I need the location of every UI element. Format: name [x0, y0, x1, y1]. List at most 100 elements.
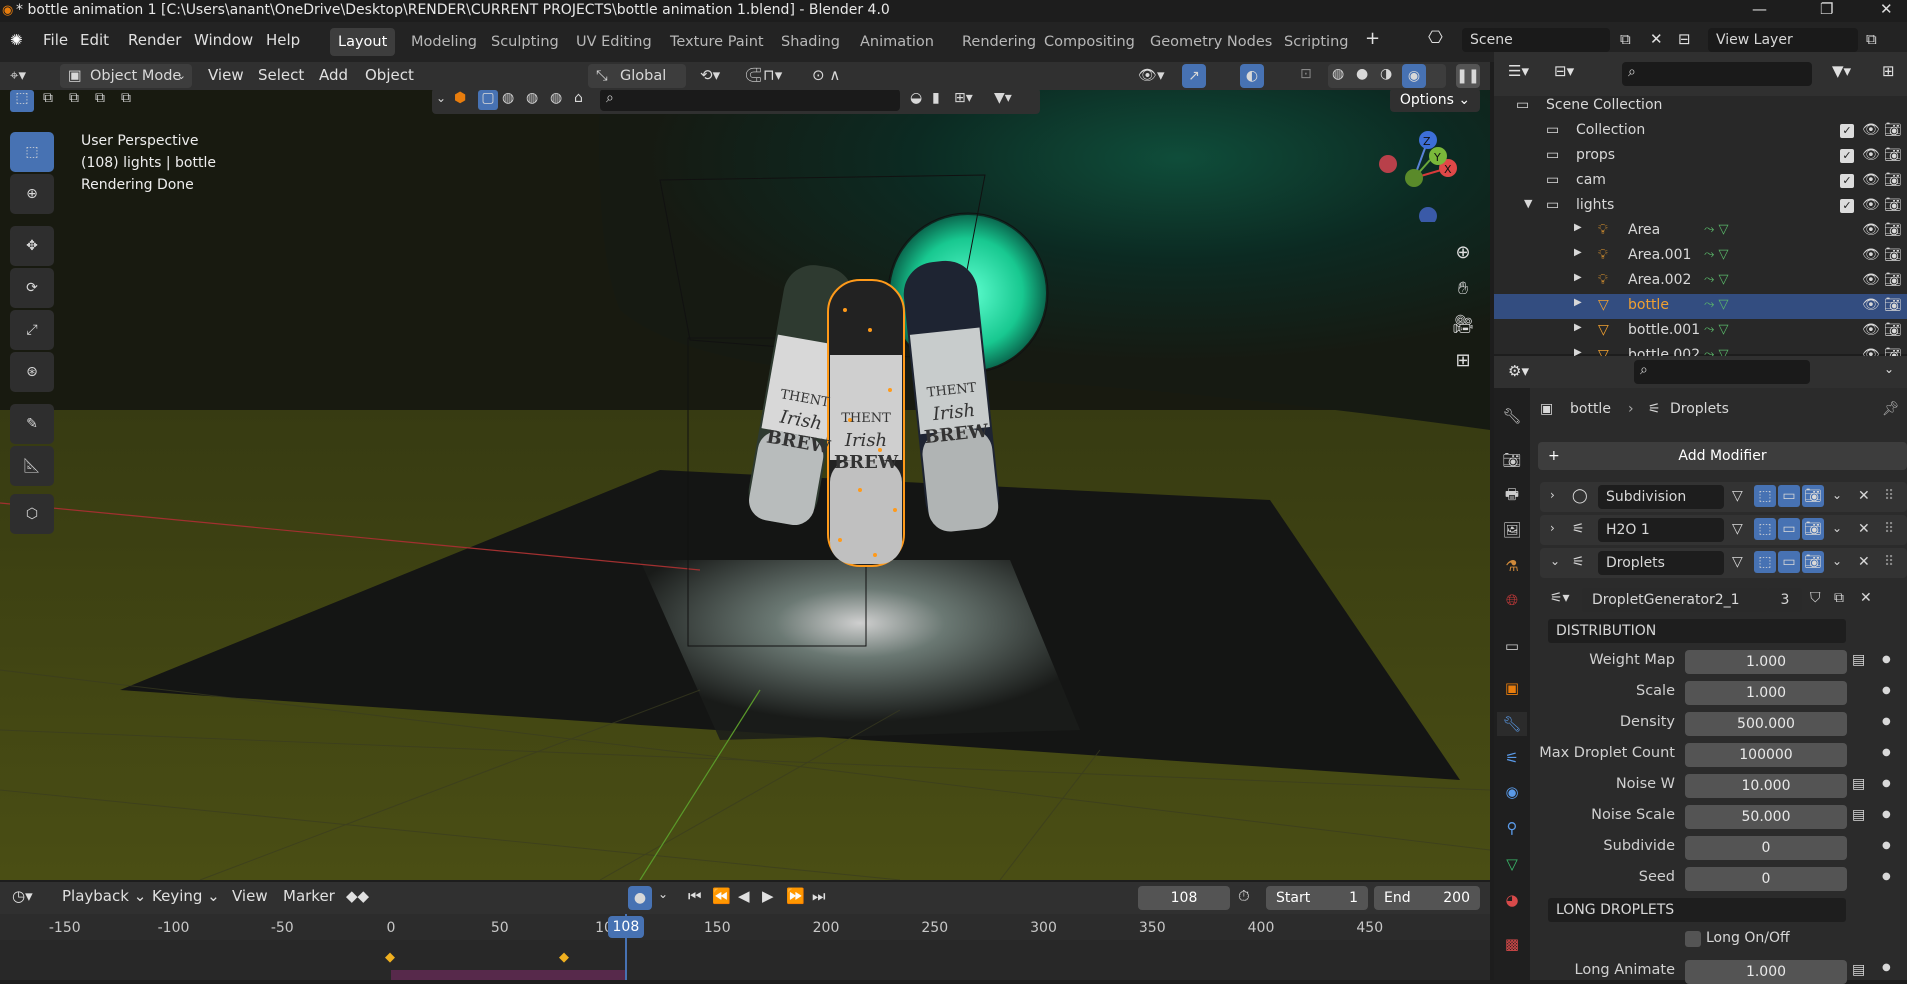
viewport-search-input[interactable]: ⌕	[600, 90, 900, 111]
property-value-field[interactable]: 500.000	[1685, 712, 1847, 736]
menu-playback[interactable]: Playback ⌄	[62, 887, 146, 905]
duplicate-icon[interactable]: ⧉	[1834, 590, 1844, 606]
filter-d-icon[interactable]: ⌂	[574, 90, 583, 106]
attribute-toggle-icon[interactable]: ▤	[1852, 807, 1865, 823]
layout-icon[interactable]: ⊞▾	[954, 90, 973, 106]
render-camera-icon[interactable]: 📷︎	[1884, 297, 1902, 313]
keyframe-dot-icon[interactable]: ●	[1882, 716, 1891, 727]
mode-dropdown[interactable]: ▣ Object Mode ⌄	[60, 64, 192, 88]
remove-modifier-icon[interactable]: ✕	[1858, 554, 1870, 570]
property-value-field[interactable]: 0	[1685, 867, 1847, 891]
render-camera-icon[interactable]: 📷︎	[1884, 197, 1902, 213]
render-camera-icon[interactable]: 📷︎	[1884, 322, 1902, 338]
timeline-area[interactable]: -150-100-50050100150200250300350400450 ◆…	[0, 914, 1490, 980]
zoom-icon[interactable]: ⊕	[1448, 238, 1478, 268]
drag-handle-icon[interactable]: ⠿	[1884, 488, 1894, 504]
workspace-tab-geometry-nodes[interactable]: Geometry Nodes	[1142, 28, 1280, 56]
new-view-layer-icon[interactable]: ⧉	[1866, 30, 1877, 48]
render-camera-icon[interactable]: 📷︎	[1884, 122, 1902, 138]
workspace-tab-animation[interactable]: Animation	[852, 28, 942, 56]
filter-icon[interactable]: ▼▾	[994, 90, 1012, 106]
material-shading-icon[interactable]: ◑	[1380, 66, 1392, 82]
drag-handle-icon[interactable]: ⠿	[1884, 521, 1894, 537]
view-layer-selector[interactable]: View Layer	[1708, 28, 1858, 52]
keyframe-dot-icon[interactable]: ●	[1882, 778, 1891, 789]
render-display-icon[interactable]: 📷︎	[1802, 551, 1824, 573]
modifier-panel[interactable]: ⌄ ⚟ Droplets ▽ ⬚ ▭ 📷︎ ⌄ ✕ ⠿	[1540, 548, 1907, 578]
menu-file[interactable]: File	[43, 31, 68, 49]
gizmo-toggle-icon[interactable]: ↗	[1182, 64, 1206, 88]
modifier-name-field[interactable]: H2O 1	[1598, 518, 1724, 542]
outliner-item[interactable]: ▶ ▽ bottle.001 ⤳ ▽ 👁︎ 📷︎	[1494, 319, 1907, 344]
chevron-right-icon[interactable]: ›	[1550, 488, 1555, 502]
workspace-tab-shading[interactable]: Shading	[773, 28, 848, 56]
keyframe-dot-icon[interactable]: ●	[1882, 871, 1891, 882]
next-keyframe-icon[interactable]: ⏩	[786, 887, 805, 905]
menu-marker[interactable]: Marker	[283, 887, 335, 905]
eye-icon[interactable]: 👁︎	[1862, 272, 1880, 288]
pause-render-icon[interactable]: ❚❚	[1456, 64, 1480, 88]
menu-window[interactable]: Window	[194, 31, 253, 49]
keyframe-diamond-icon[interactable]: ◆	[559, 950, 569, 965]
filter-b-icon[interactable]: ◍	[526, 90, 538, 106]
long-animate-field[interactable]: 1.000	[1685, 960, 1847, 984]
editor-type-icon[interactable]: ⌖▾	[10, 66, 26, 84]
keyframe-dot-icon[interactable]: ●	[1882, 840, 1891, 851]
modifier-panel[interactable]: › ◯ Subdivision ▽ ⬚ ▭ 📷︎ ⌄ ✕ ⠿	[1540, 482, 1907, 512]
select-intersect-icon[interactable]: ⧉	[114, 90, 138, 112]
remove-modifier-icon[interactable]: ✕	[1858, 488, 1870, 504]
workspace-tab-compositing[interactable]: Compositing	[1036, 28, 1143, 56]
eye-icon[interactable]: 👁︎	[1862, 297, 1880, 313]
render-tab-icon[interactable]: 📷︎	[1500, 448, 1524, 472]
outliner-root[interactable]: ▭ Scene Collection	[1494, 94, 1907, 119]
menu-view[interactable]: View	[208, 66, 244, 84]
data-icon[interactable]: ⤳ ▽	[1704, 272, 1729, 287]
property-value-field[interactable]: 10.000	[1685, 774, 1847, 798]
outliner-item[interactable]: ▶ 💡︎ Area ⤳ ▽ 👁︎ 📷︎	[1494, 219, 1907, 244]
data-icon[interactable]: ⤳ ▽	[1704, 222, 1729, 237]
menu-edit[interactable]: Edit	[80, 31, 109, 49]
camera-view-icon[interactable]: 🎥︎	[1448, 310, 1478, 340]
workspace-tab-modeling[interactable]: Modeling	[403, 28, 485, 56]
viewport-display-icon[interactable]: ▭	[1778, 485, 1800, 507]
filter-a-icon[interactable]: ◍	[502, 90, 514, 106]
prev-keyframe-icon[interactable]: ⏪	[712, 887, 731, 905]
expand-arrow-icon[interactable]: ▶	[1574, 272, 1582, 283]
select-subtract-icon[interactable]: ⧉	[62, 90, 86, 112]
menu-help[interactable]: Help	[266, 31, 300, 49]
add-modifier-button[interactable]: + Add Modifier	[1538, 442, 1907, 470]
3d-viewport[interactable]: THENT Irish BREW THENT Irish BREW THENT …	[0, 90, 1490, 880]
node-tree-icon[interactable]: ⚟▾	[1550, 590, 1570, 606]
data-icon[interactable]: ⤳ ▽	[1704, 322, 1729, 337]
on-cage-icon[interactable]: ⬚	[1754, 485, 1776, 507]
render-camera-icon[interactable]: 📷︎	[1884, 222, 1902, 238]
workspace-tab-layout[interactable]: Layout	[330, 28, 396, 56]
on-cage-icon[interactable]: ⬚	[1754, 551, 1776, 573]
properties-search-input[interactable]: ⌕	[1634, 360, 1810, 384]
scale-tool[interactable]: ⤢	[10, 310, 54, 350]
view-layer-icon[interactable]: ⊟	[1678, 30, 1691, 48]
visibility-icon[interactable]: 👁︎▾	[1138, 66, 1165, 84]
outliner-item[interactable]: ▭ props ✓ 👁︎ 📷︎	[1494, 144, 1907, 169]
select-invert-icon[interactable]: ⧉	[88, 90, 112, 112]
outliner-filter-icon[interactable]: ▼▾	[1832, 62, 1851, 80]
data-icon[interactable]: ⤳ ▽	[1704, 247, 1729, 262]
chevron-down-icon[interactable]: ⌄	[1832, 488, 1842, 502]
select-box-tool[interactable]: ⬚	[10, 132, 54, 172]
property-value-field[interactable]: 1.000	[1685, 650, 1847, 674]
chevron-right-icon[interactable]: ›	[1550, 521, 1555, 535]
chevron-down-icon[interactable]: ⌄	[1550, 554, 1560, 568]
property-value-field[interactable]: 0	[1685, 836, 1847, 860]
property-value-field[interactable]: 50.000	[1685, 805, 1847, 829]
property-value-field[interactable]: 1.000	[1685, 681, 1847, 705]
pin-icon[interactable]: 📌︎	[1882, 401, 1900, 417]
exclude-checkbox[interactable]: ✓	[1840, 174, 1854, 188]
viewport-display-icon[interactable]: ▭	[1778, 518, 1800, 540]
solid-shading-icon[interactable]: ●	[1356, 66, 1368, 82]
eye-icon[interactable]: 👁︎	[1862, 147, 1880, 163]
menu-render[interactable]: Render	[128, 31, 181, 49]
property-value-field[interactable]: 100000	[1685, 743, 1847, 767]
timeline-editor-icon[interactable]: ◷▾	[12, 887, 33, 905]
on-cage-icon[interactable]: ⬚	[1754, 518, 1776, 540]
chevron-down-icon[interactable]: ⌄	[1832, 521, 1842, 535]
